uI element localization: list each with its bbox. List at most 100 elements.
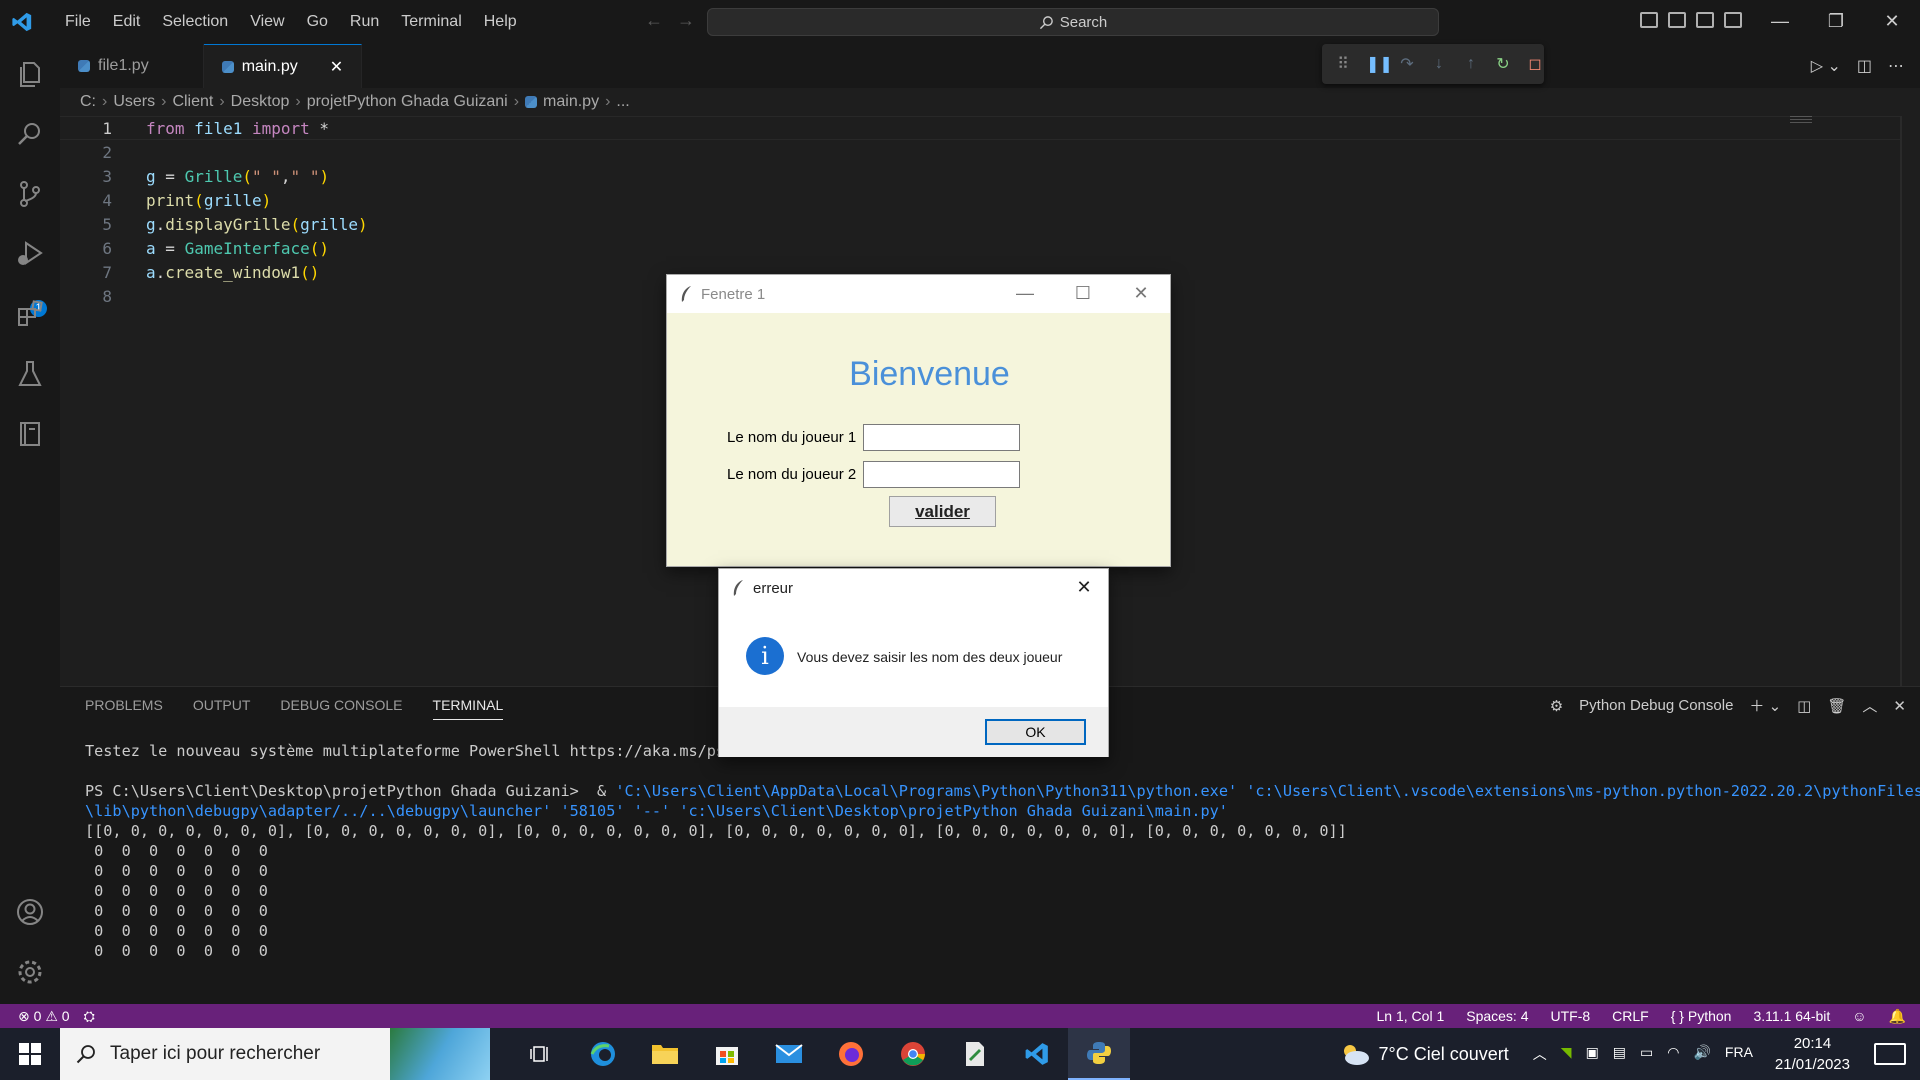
end-of-line[interactable]: CRLF [1612,1008,1649,1024]
pause-icon[interactable]: ❚❚ [1366,54,1393,74]
back-arrow-icon[interactable]: ← [645,10,663,31]
cursor-position[interactable]: Ln 1, Col 1 [1377,1008,1445,1024]
testing-icon[interactable] [14,358,46,390]
indentation[interactable]: Spaces: 4 [1466,1008,1528,1024]
menu-go[interactable]: Go [296,0,339,44]
notebook-icon[interactable] [14,418,46,450]
player2-input[interactable] [863,461,1020,488]
menu-file[interactable]: File [54,0,102,44]
toggle-panel-icon[interactable] [1668,12,1686,28]
stop-icon[interactable]: ◻ [1526,54,1544,74]
meet-now-icon[interactable]: ▣ [1586,1044,1599,1064]
microsoft-store-icon[interactable] [696,1028,758,1080]
battery-icon[interactable]: ▭ [1640,1044,1653,1064]
toggle-secondary-sidebar-icon[interactable] [1696,12,1714,28]
mail-icon[interactable] [758,1028,820,1080]
notifications-bell-icon[interactable]: 🔔 [1889,1008,1906,1025]
chevron-up-icon[interactable]: ︿ [1533,1044,1547,1064]
close-panel-icon[interactable]: ✕ [1893,697,1906,715]
menu-terminal[interactable]: Terminal [390,0,472,44]
close-icon[interactable]: ✕ [1060,569,1108,607]
breadcrumb-item[interactable]: main.py [543,93,599,111]
edge-icon[interactable] [572,1028,634,1080]
ok-button[interactable]: OK [985,719,1086,745]
drag-handle-icon[interactable]: ⠿ [1334,54,1352,74]
python-interpreter[interactable]: 3.11.1 64-bit [1753,1008,1830,1024]
close-icon[interactable]: ✕ [1112,275,1170,313]
accounts-icon[interactable] [14,896,46,928]
minimize-icon[interactable]: — [996,275,1054,313]
breadcrumb-item[interactable]: C: [80,93,96,111]
language-indicator[interactable]: FRA [1725,1044,1753,1064]
kill-terminal-icon[interactable]: 🗑 [1827,697,1846,715]
feedback-icon[interactable]: ☺ [1852,1008,1866,1024]
split-terminal-icon[interactable]: ◫ [1797,697,1811,715]
chrome-icon[interactable] [882,1028,944,1080]
menu-selection[interactable]: Selection [151,0,239,44]
editor-app-icon[interactable] [944,1028,1006,1080]
valider-button[interactable]: valider [889,496,996,527]
firefox-icon[interactable] [820,1028,882,1080]
tab-debug-console[interactable]: DEBUG CONSOLE [280,697,402,720]
tab-output[interactable]: OUTPUT [193,697,251,720]
breadcrumb-item[interactable]: ... [616,93,629,111]
nvidia-icon[interactable]: ◥ [1561,1044,1572,1064]
tab-main[interactable]: main.py ✕ [203,44,363,88]
windows-start-icon[interactable] [0,1028,60,1080]
run-and-debug-icon[interactable] [14,238,46,270]
customize-layout-icon[interactable] [1724,12,1742,28]
encoding[interactable]: UTF-8 [1551,1008,1591,1024]
wifi-icon[interactable]: ◠ [1667,1044,1679,1064]
language-mode[interactable]: { } Python [1671,1008,1732,1024]
toggle-sidebar-icon[interactable] [1640,12,1658,28]
command-center-search[interactable]: Search [707,8,1439,36]
step-over-icon[interactable]: ↷ [1398,54,1416,74]
vscode-taskbar-icon[interactable] [1006,1028,1068,1080]
breadcrumb-item[interactable]: Client [172,93,213,111]
breadcrumb-item[interactable]: projetPython Ghada Guizani [307,93,508,111]
notification-center-icon[interactable] [1874,1043,1906,1065]
run-icon[interactable]: ▷ ⌄ [1811,56,1841,76]
maximize-icon[interactable]: ☐ [1054,275,1112,313]
forward-arrow-icon[interactable]: → [677,10,695,31]
volume-icon[interactable]: 🔊 [1693,1044,1710,1064]
menu-run[interactable]: Run [339,0,390,44]
close-icon[interactable]: ✕ [1864,0,1920,44]
minimize-icon[interactable]: — [1752,0,1808,44]
split-editor-icon[interactable]: ◫ [1857,56,1872,76]
step-into-icon[interactable]: ↓ [1430,55,1448,73]
restore-icon[interactable]: ❐ [1808,0,1864,44]
weather-widget[interactable]: 7°C Ciel couvert [1339,1042,1509,1066]
close-tab-icon[interactable]: ✕ [330,57,343,77]
more-actions-icon[interactable]: ⋯ [1888,56,1904,76]
restart-icon[interactable]: ↻ [1494,54,1512,74]
explorer-icon[interactable] [14,58,46,90]
menu-edit[interactable]: Edit [102,0,152,44]
step-out-icon[interactable]: ↑ [1462,55,1480,73]
maximize-panel-icon[interactable]: ︿ [1862,695,1877,716]
file-explorer-icon[interactable] [634,1028,696,1080]
breadcrumb-item[interactable]: Desktop [231,93,290,111]
minimap[interactable] [1790,116,1812,124]
task-view-icon[interactable] [510,1028,572,1080]
menu-view[interactable]: View [239,0,295,44]
terminal-output[interactable]: Testez le nouveau système multiplateform… [85,741,1920,961]
tab-file1[interactable]: file1.py [60,44,204,88]
extensions-icon[interactable] [14,298,46,330]
new-terminal-icon[interactable]: ＋ ⌄ [1749,695,1781,716]
debug-status-icon[interactable]: ⛭ [84,1008,95,1025]
search-icon[interactable] [14,118,46,150]
display-icon[interactable]: ▤ [1613,1044,1626,1064]
taskbar-search[interactable]: Taper ici pour rechercher [60,1028,490,1080]
tab-problems[interactable]: PROBLEMS [85,697,163,720]
terminal-selector[interactable]: Python Debug Console [1579,697,1733,714]
python-taskbar-icon[interactable] [1068,1028,1130,1080]
menu-help[interactable]: Help [473,0,528,44]
source-control-icon[interactable] [14,178,46,210]
problems-indicator[interactable]: ⊗ 0 ⚠ 0 [18,1008,70,1025]
breadcrumb-item[interactable]: Users [113,93,155,111]
manage-gear-icon[interactable] [14,956,46,988]
clock[interactable]: 20:14 21/01/2023 [1775,1033,1850,1075]
player1-input[interactable] [863,424,1020,451]
editor-scrollbar[interactable] [1900,116,1902,686]
